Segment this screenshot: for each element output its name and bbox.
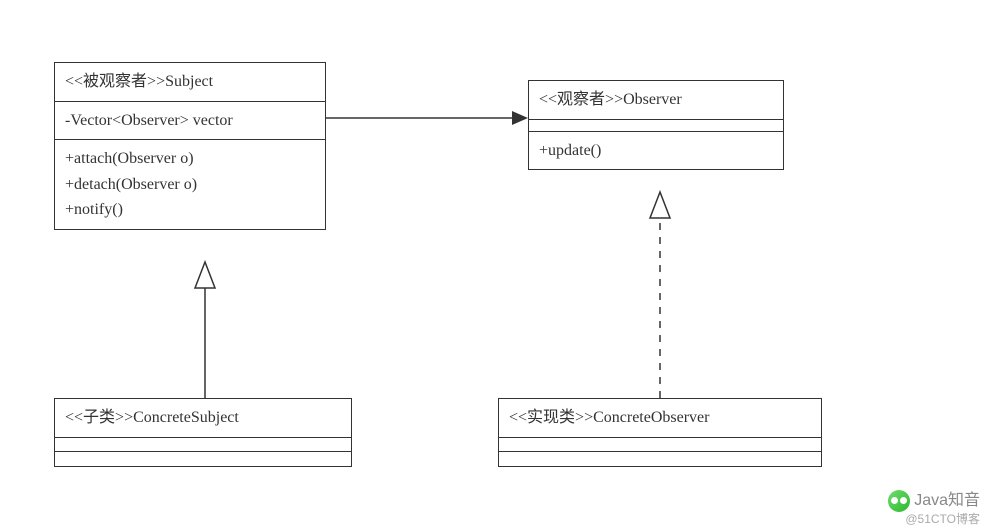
class-observer-ops: +update() bbox=[529, 132, 783, 170]
class-concrete-subject: <<子类>>ConcreteSubject bbox=[54, 398, 352, 467]
class-concrete-observer-attrs bbox=[499, 438, 821, 452]
class-observer-title: <<观察者>>Observer bbox=[529, 81, 783, 120]
class-subject: <<被观察者>>Subject -Vector<Observer> vector… bbox=[54, 62, 326, 230]
op-update: +update() bbox=[539, 138, 773, 164]
class-observer: <<观察者>>Observer +update() bbox=[528, 80, 784, 170]
class-concrete-observer-ops bbox=[499, 452, 821, 466]
class-concrete-observer-title: <<实现类>>ConcreteObserver bbox=[499, 399, 821, 438]
wechat-icon bbox=[888, 490, 910, 512]
class-subject-attr: -Vector<Observer> vector bbox=[55, 102, 325, 141]
class-concrete-subject-ops bbox=[55, 452, 351, 466]
class-subject-ops: +attach(Observer o) +detach(Observer o) … bbox=[55, 140, 325, 229]
class-concrete-subject-title: <<子类>>ConcreteSubject bbox=[55, 399, 351, 438]
watermark: Java知音 @51CTO博客 bbox=[888, 490, 980, 526]
op-notify: +notify() bbox=[65, 197, 315, 223]
op-attach: +attach(Observer o) bbox=[65, 146, 315, 172]
class-observer-attrs bbox=[529, 120, 783, 132]
op-detach: +detach(Observer o) bbox=[65, 172, 315, 198]
class-concrete-observer: <<实现类>>ConcreteObserver bbox=[498, 398, 822, 467]
watermark-sub: @51CTO博客 bbox=[888, 512, 980, 526]
class-subject-title: <<被观察者>>Subject bbox=[55, 63, 325, 102]
watermark-brand: Java知音 bbox=[914, 492, 980, 509]
class-concrete-subject-attrs bbox=[55, 438, 351, 452]
